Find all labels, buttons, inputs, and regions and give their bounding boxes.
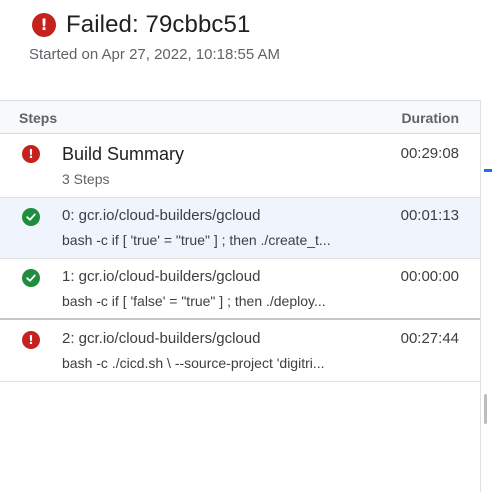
steps-panel: Steps Duration ! Build Summary 3 Steps 0… bbox=[0, 100, 480, 492]
error-icon: ! bbox=[22, 145, 40, 163]
status-row: ! Failed: 79cbbc51 bbox=[32, 10, 250, 40]
page-title: Failed: 79cbbc51 bbox=[66, 11, 251, 38]
build-summary-duration: 00:29:08 bbox=[400, 145, 459, 162]
detail-panel-edge bbox=[481, 100, 492, 492]
error-icon: ! bbox=[32, 13, 56, 37]
step-duration: 00:00:00 bbox=[400, 268, 459, 285]
steps-table-header: Steps Duration bbox=[0, 100, 480, 134]
column-header-duration: Duration bbox=[401, 110, 459, 126]
error-icon: ! bbox=[22, 331, 40, 349]
step-row-1[interactable]: 1: gcr.io/cloud-builders/gcloud bash -c … bbox=[0, 259, 480, 320]
step-command: bash -c if [ 'false' = "true" ] ; then .… bbox=[62, 293, 326, 309]
build-summary-title: Build Summary bbox=[62, 144, 185, 164]
check-circle-icon bbox=[22, 269, 40, 287]
step-command: bash -c ./cicd.sh \ --source-project 'di… bbox=[62, 355, 325, 371]
step-command: bash -c if [ 'true' = "true" ] ; then ./… bbox=[62, 232, 331, 248]
active-tab-indicator bbox=[484, 169, 492, 172]
scrollbar-thumb[interactable] bbox=[484, 394, 487, 424]
build-details-page: ! Failed: 79cbbc51 Started on Apr 27, 20… bbox=[0, 0, 492, 492]
step-row-2[interactable]: ! 2: gcr.io/cloud-builders/gcloud bash -… bbox=[0, 321, 480, 382]
step-duration: 00:27:44 bbox=[400, 330, 459, 347]
build-summary-step-count: 3 Steps bbox=[62, 171, 110, 187]
step-duration: 00:01:13 bbox=[400, 207, 459, 224]
step-name: 1: gcr.io/cloud-builders/gcloud bbox=[62, 268, 261, 285]
build-header: ! Failed: 79cbbc51 Started on Apr 27, 20… bbox=[0, 0, 492, 100]
column-header-steps: Steps bbox=[19, 110, 58, 126]
build-summary-row[interactable]: ! Build Summary 3 Steps 00:29:08 bbox=[0, 135, 480, 198]
started-timestamp: Started on Apr 27, 2022, 10:18:55 AM bbox=[29, 46, 281, 63]
step-row-0[interactable]: 0: gcr.io/cloud-builders/gcloud bash -c … bbox=[0, 198, 480, 259]
step-name: 2: gcr.io/cloud-builders/gcloud bbox=[62, 330, 261, 347]
step-name: 0: gcr.io/cloud-builders/gcloud bbox=[62, 207, 261, 224]
check-circle-icon bbox=[22, 208, 40, 226]
